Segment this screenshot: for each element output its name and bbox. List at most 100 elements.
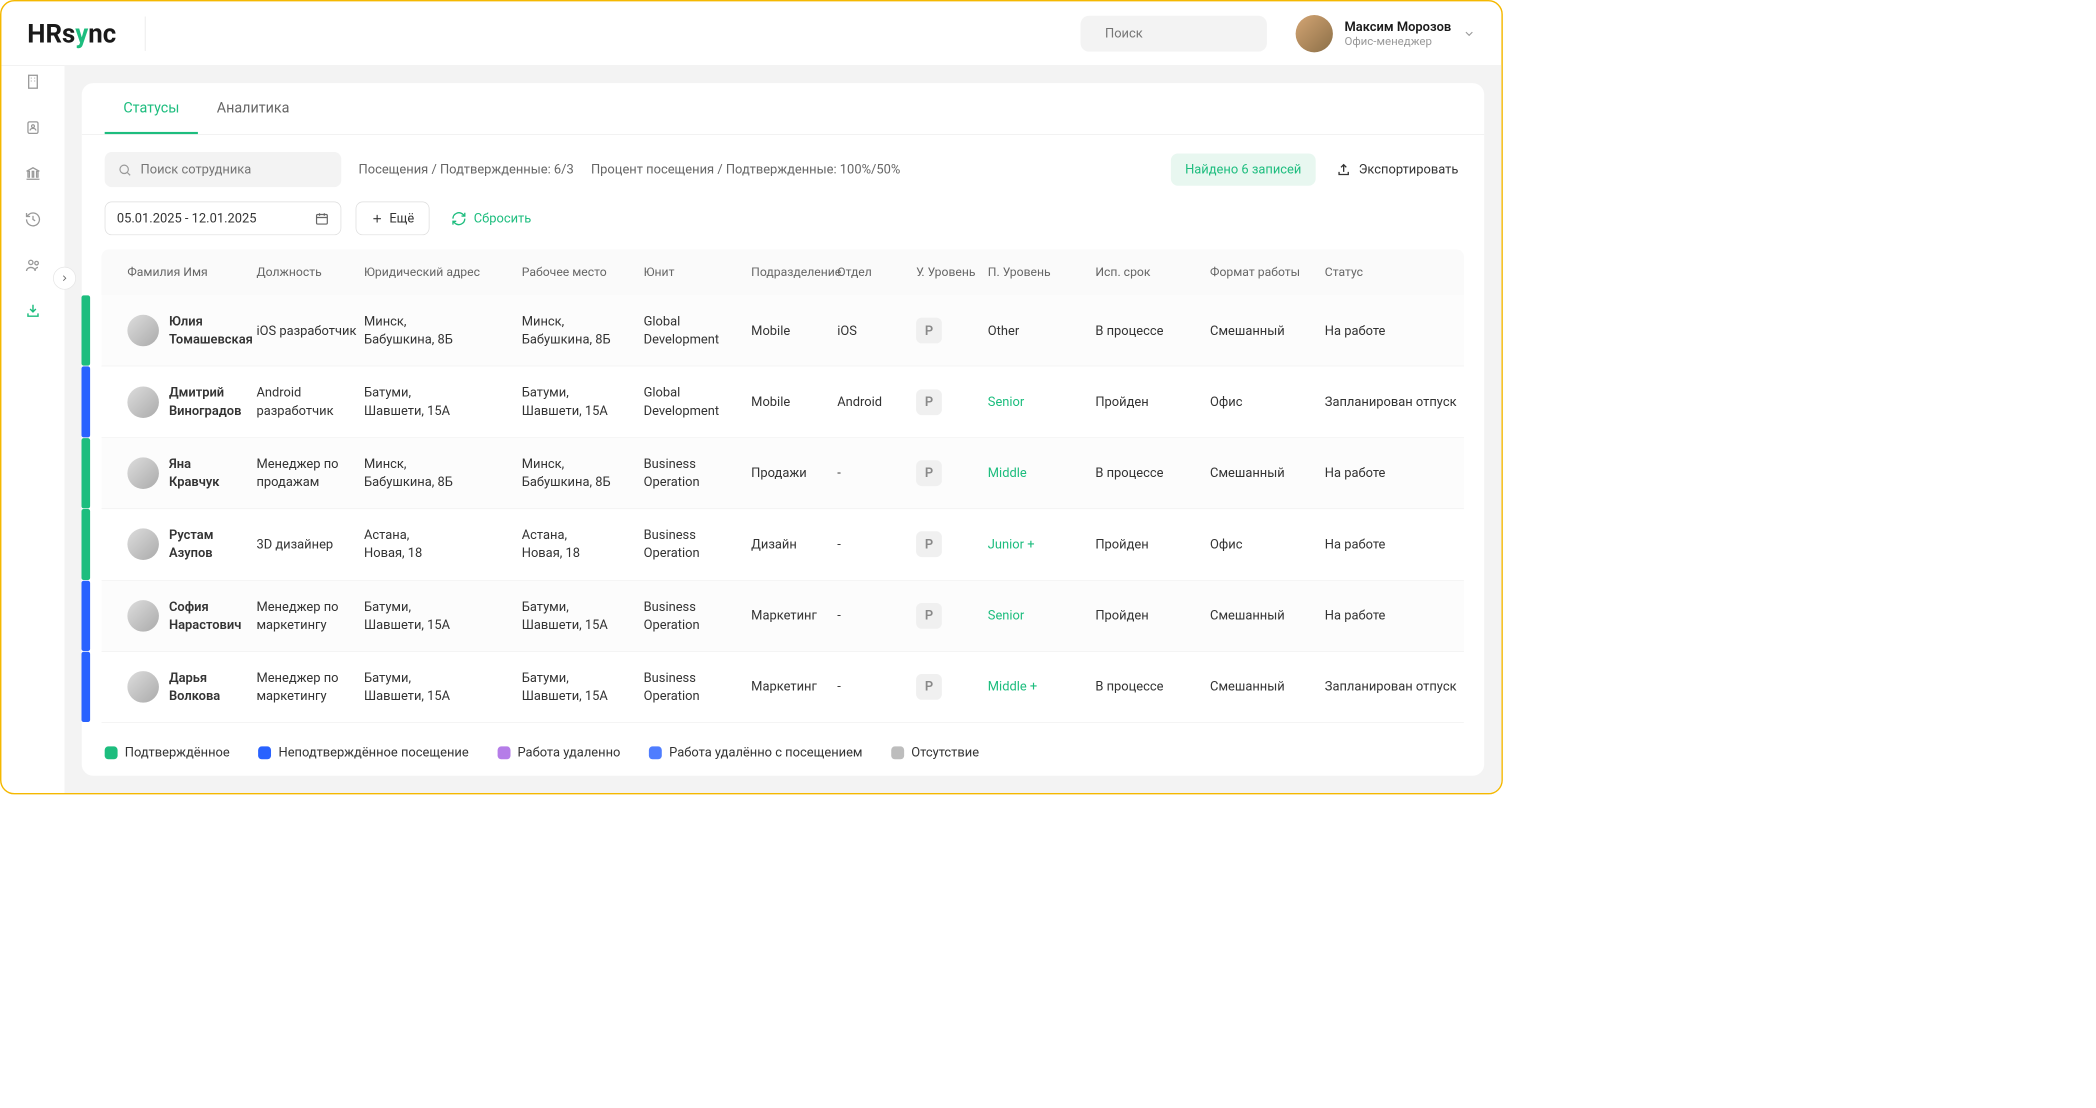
cell: Business Operation: [644, 598, 752, 634]
sidebar-expand[interactable]: [53, 267, 76, 290]
cell: Android разработчик: [257, 384, 365, 420]
column-header: Подразделение: [751, 265, 837, 279]
legend-item: Подтверждённое: [105, 745, 230, 760]
cell: iOS разработчик: [257, 322, 365, 340]
cell: Mobile: [751, 322, 837, 340]
p-level: Middle: [988, 464, 1096, 482]
table-row[interactable]: СофияНарастовичМенеджер по маркетингуБат…: [102, 580, 1464, 651]
column-header: Отдел: [837, 265, 916, 279]
user-menu[interactable]: Максим Морозов Офис-менеджер: [1296, 15, 1476, 52]
status-bar: [82, 652, 91, 723]
status-bar: [82, 438, 91, 509]
cell: -: [837, 678, 916, 696]
reset-button[interactable]: Сбросить: [444, 203, 539, 233]
cell: Офис: [1210, 393, 1325, 411]
status-bar: [82, 580, 91, 651]
table-row[interactable]: РустамАзупов3D дизайнерАстана, Новая, 18…: [102, 509, 1464, 580]
cell: Запланирован отпуск: [1325, 678, 1484, 696]
header: HRsync Максим Морозов Офис-менеджер: [1, 1, 1501, 66]
cell: Минск, Бабушкина, 8Б: [522, 455, 644, 491]
global-search[interactable]: [1081, 15, 1267, 51]
cell: На работе: [1325, 464, 1484, 482]
cell: Business Operation: [644, 526, 752, 562]
plus-icon: [371, 212, 384, 225]
cell: -: [837, 607, 916, 625]
cell: Минск, Бабушкина, 8Б: [364, 455, 522, 491]
avatar: [1296, 15, 1333, 52]
visits-stat: Посещения / Подтвержденные: 6/3: [359, 162, 574, 177]
avatar: [128, 386, 160, 418]
cell: На работе: [1325, 322, 1484, 340]
nav-attendance-icon[interactable]: [23, 301, 43, 321]
tab-Статусы[interactable]: Статусы: [105, 83, 198, 134]
name-cell: ДмитрийВиноградов: [128, 384, 257, 420]
legend-swatch: [497, 746, 510, 759]
cell: В процессе: [1096, 678, 1211, 696]
cell: Астана, Новая, 18: [522, 526, 644, 562]
column-header: Должность: [257, 265, 365, 279]
user-name: Максим Морозов: [1344, 19, 1451, 34]
cell: Батуми, Шавшети, 15А: [522, 598, 644, 634]
legend-swatch: [105, 746, 118, 759]
legend-swatch: [258, 746, 271, 759]
nav-building-icon[interactable]: [23, 72, 43, 92]
legend-item: Работа удалённо с посещением: [649, 745, 862, 760]
legend-item: Отсутствие: [891, 745, 979, 760]
column-header: Исп. срок: [1096, 265, 1211, 279]
records-count: Найдено 6 записей: [1171, 153, 1316, 185]
status-bar: [82, 367, 91, 438]
nav-bank-icon[interactable]: [23, 163, 43, 183]
date-range-input[interactable]: 05.01.2025 - 12.01.2025: [105, 201, 342, 235]
p-level: Junior +: [988, 535, 1096, 553]
nav-badge-icon[interactable]: [23, 118, 43, 138]
cell: Продажи: [751, 464, 837, 482]
p-level: Other: [988, 322, 1096, 340]
column-header: Статус: [1325, 265, 1484, 279]
cell: Батуми, Шавшети, 15А: [364, 669, 522, 705]
cell: Смешанный: [1210, 678, 1325, 696]
cell: На работе: [1325, 607, 1484, 625]
table-row[interactable]: ЯнаКравчукМенеджер по продажамМинск, Баб…: [102, 438, 1464, 509]
cell: Global Development: [644, 384, 752, 420]
cell: Пройден: [1096, 535, 1211, 553]
nav-history-icon[interactable]: [23, 209, 43, 229]
calendar-icon: [315, 211, 329, 225]
cell: Батуми, Шавшети, 15А: [364, 598, 522, 634]
column-header: Юнит: [644, 265, 752, 279]
cell: Business Operation: [644, 455, 752, 491]
u-level: P: [916, 389, 988, 415]
cell: Дизайн: [751, 535, 837, 553]
employee-search[interactable]: [105, 152, 342, 187]
tab-Аналитика[interactable]: Аналитика: [198, 83, 308, 134]
status-bar: [82, 295, 91, 366]
avatar: [128, 457, 160, 489]
cell: В процессе: [1096, 464, 1211, 482]
export-button[interactable]: Экспортировать: [1333, 155, 1461, 185]
cell: На работе: [1325, 535, 1484, 553]
nav-users-icon[interactable]: [23, 255, 43, 275]
cell: Минск, Бабушкина, 8Б: [364, 313, 522, 349]
name-cell: РустамАзупов: [128, 526, 257, 562]
table-row[interactable]: ДарьяВолковаМенеджер по маркетингуБатуми…: [102, 652, 1464, 723]
global-search-input[interactable]: [1105, 26, 1268, 41]
u-level: P: [916, 674, 988, 700]
cell: Маркетинг: [751, 607, 837, 625]
cell: Mobile: [751, 393, 837, 411]
employee-search-input[interactable]: [141, 162, 329, 177]
column-header: Рабочее место: [522, 265, 644, 279]
name-cell: СофияНарастович: [128, 598, 257, 634]
table-row[interactable]: ЮлияТомашевскаяiOS разработчикМинск, Баб…: [102, 295, 1464, 366]
export-icon: [1336, 162, 1352, 178]
more-filters-button[interactable]: Ещё: [356, 201, 430, 235]
table-row[interactable]: ДмитрийВиноградовAndroid разработчикБату…: [102, 367, 1464, 438]
column-header: П. Уровень: [988, 265, 1096, 279]
cell: Офис: [1210, 535, 1325, 553]
cell: Смешанный: [1210, 607, 1325, 625]
u-level: P: [916, 460, 988, 486]
refresh-icon: [451, 210, 467, 226]
cell: Смешанный: [1210, 464, 1325, 482]
chevron-down-icon: [1463, 27, 1476, 40]
cell: Менеджер по продажам: [257, 455, 365, 491]
avatar: [128, 529, 160, 561]
table-header: Фамилия ИмяДолжностьЮридический адресРаб…: [102, 250, 1464, 296]
